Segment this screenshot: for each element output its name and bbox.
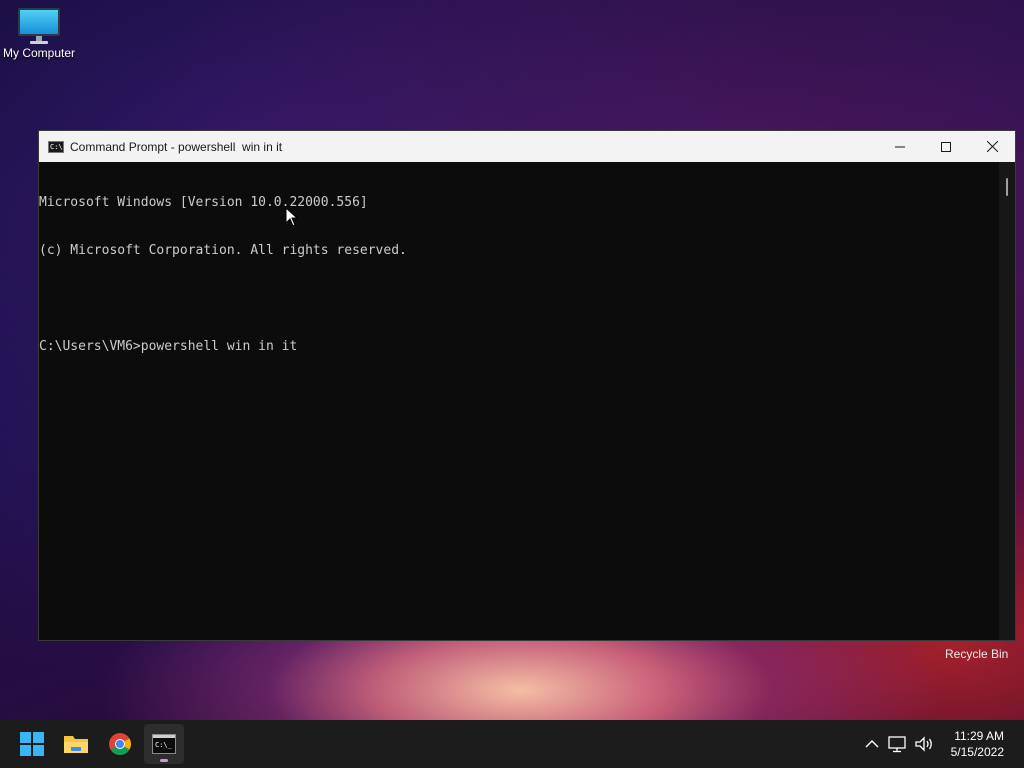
network-icon bbox=[887, 736, 906, 753]
system-tray: 11:29 AM 5/15/2022 bbox=[859, 720, 1024, 768]
svg-text:C:\_: C:\_ bbox=[155, 741, 173, 749]
mouse-cursor-icon bbox=[285, 207, 299, 227]
minimize-icon bbox=[895, 146, 905, 147]
desktop-icon-my-computer[interactable]: My Computer bbox=[0, 8, 78, 60]
show-hidden-icons-button[interactable] bbox=[860, 732, 884, 756]
console-scrollbar[interactable] bbox=[999, 162, 1015, 640]
command-prompt-icon: C:\ bbox=[48, 140, 64, 153]
taskbar-chrome[interactable] bbox=[100, 724, 140, 764]
desktop-icon-label: Recycle Bin bbox=[945, 647, 1009, 661]
maximize-button[interactable] bbox=[923, 131, 969, 162]
active-indicator bbox=[160, 759, 168, 762]
taskbar: C:\_ 11:29 AM 5/15/2022 bbox=[0, 720, 1024, 768]
scrollbar-thumb[interactable] bbox=[1006, 178, 1008, 196]
chevron-up-icon bbox=[865, 740, 879, 748]
console-input-line[interactable]: C:\Users\VM6>powershell win in it bbox=[39, 339, 999, 355]
desktop-icon-recycle-bin[interactable]: Recycle Bin bbox=[945, 647, 1008, 661]
network-button[interactable] bbox=[886, 732, 910, 756]
terminal-icon: C:\_ bbox=[152, 734, 176, 754]
folder-icon bbox=[64, 736, 88, 753]
close-button[interactable] bbox=[969, 131, 1015, 162]
minimize-button[interactable] bbox=[877, 131, 923, 162]
volume-icon bbox=[914, 736, 932, 752]
clock-time: 11:29 AM bbox=[954, 729, 1004, 743]
window-titlebar[interactable]: C:\ Command Prompt - powershell win in i… bbox=[39, 131, 1015, 162]
windows-logo-icon bbox=[20, 732, 44, 756]
taskbar-command-prompt[interactable]: C:\_ bbox=[144, 724, 184, 764]
volume-button[interactable] bbox=[912, 732, 936, 756]
taskbar-file-explorer[interactable] bbox=[56, 724, 96, 764]
monitor-icon bbox=[18, 8, 60, 44]
close-icon bbox=[986, 141, 998, 152]
console-line: (c) Microsoft Corporation. All rights re… bbox=[39, 243, 407, 258]
console-line: Microsoft Windows [Version 10.0.22000.55… bbox=[39, 195, 368, 210]
desktop-icon-label: My Computer bbox=[2, 46, 76, 60]
console-output[interactable]: Microsoft Windows [Version 10.0.22000.55… bbox=[39, 162, 999, 641]
command-prompt-window[interactable]: C:\ Command Prompt - powershell win in i… bbox=[38, 130, 1016, 641]
start-button[interactable] bbox=[12, 724, 52, 764]
maximize-icon bbox=[941, 141, 951, 152]
chrome-icon bbox=[109, 733, 131, 755]
clock[interactable]: 11:29 AM 5/15/2022 bbox=[951, 728, 1004, 760]
clock-date: 5/15/2022 bbox=[950, 745, 1004, 759]
window-title: Command Prompt - powershell win in it bbox=[70, 139, 283, 154]
